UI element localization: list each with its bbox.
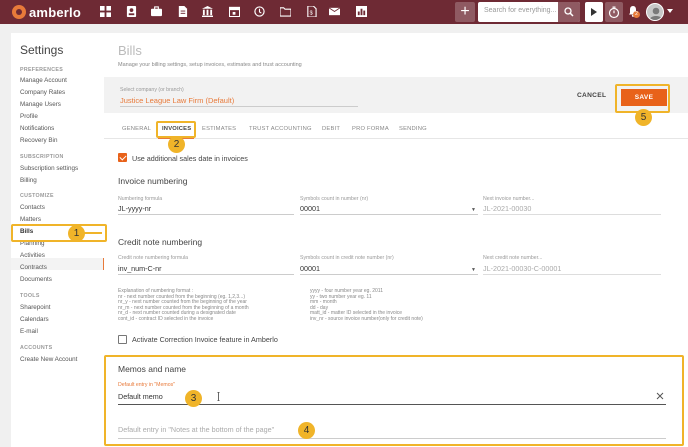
folder-icon[interactable]	[280, 6, 291, 17]
search-input[interactable]: Search for everything...	[484, 7, 562, 14]
logo-mark-icon	[12, 5, 26, 19]
numbering-explanation-left: Explanation of numbering format : nr - n…	[118, 288, 249, 322]
company-select-underline	[120, 106, 358, 107]
user-avatar-icon	[649, 7, 663, 20]
symbols-count-label: Symbols count in number (nr)	[300, 196, 369, 202]
sidebar-title: Settings	[20, 43, 64, 57]
chevron-down-icon[interactable]	[667, 9, 673, 14]
timer-button[interactable]	[605, 2, 623, 22]
tab-pro-forma[interactable]: PRO FORMA	[352, 126, 389, 132]
sidebar-section-subscription: SUBSCRIPTION	[20, 154, 64, 160]
company-select[interactable]: Justice League Law Firm (Default)	[120, 96, 234, 105]
top-bar: amberlo $ + Search for everything... 2	[0, 0, 688, 24]
document-icon[interactable]	[177, 6, 188, 17]
calendar-icon[interactable]	[229, 6, 240, 17]
sidebar-item-sharepoint[interactable]: Sharepoint	[20, 304, 104, 311]
numbering-formula-label: Numbering formula	[118, 196, 163, 202]
credit-formula-input[interactable]: inv_num-C-nr	[118, 264, 162, 273]
page-subtitle: Manage your billing settings, setup invo…	[118, 62, 302, 68]
callout-number-4: 4	[298, 422, 315, 439]
symbols-count-select[interactable]: 00001	[300, 204, 320, 213]
numbering-explanation-right: yyyy - four number year eg. 2011 yy - tw…	[310, 288, 423, 322]
history-icon[interactable]	[254, 6, 265, 17]
callout-number-5: 5	[635, 109, 652, 126]
next-invoice-underline	[483, 214, 661, 215]
callout-number-2: 2	[168, 136, 185, 153]
callout-number-1: 1	[68, 225, 85, 242]
sales-date-label: Use additional sales date in invoices	[132, 154, 248, 163]
sidebar-section-accounts: ACCOUNTS	[20, 345, 53, 351]
next-credit-label: Next credit note number...	[483, 255, 543, 261]
company-select-label: Select company (or branch)	[120, 87, 184, 93]
tab-general[interactable]: GENERAL	[122, 126, 151, 132]
search-icon	[564, 7, 574, 17]
play-icon	[591, 8, 597, 16]
symbols-count-underline	[300, 214, 478, 215]
numbering-formula-underline	[118, 214, 294, 215]
invoice-numbering-heading: Invoice numbering	[118, 176, 188, 186]
sidebar-item-manage-users[interactable]: Manage Users	[20, 101, 104, 108]
sidebar-item-calendars[interactable]: Calendars	[20, 316, 104, 323]
sidebar-item-matters[interactable]: Matters	[20, 216, 104, 223]
play-button[interactable]	[585, 2, 603, 22]
credit-symbols-caret-icon[interactable]: ▼	[471, 267, 476, 273]
briefcase-icon[interactable]	[151, 6, 162, 17]
sidebar-item-contracts[interactable]: Contracts	[20, 264, 104, 271]
callout-number-3: 3	[185, 390, 202, 407]
logo-text: amberlo	[29, 4, 81, 20]
sidebar-item-notifications[interactable]: Notifications	[20, 125, 104, 132]
sidebar-item-documents[interactable]: Documents	[20, 276, 104, 283]
sidebar-item-company-rates[interactable]: Company Rates	[20, 89, 104, 96]
credit-symbols-underline	[300, 274, 478, 275]
mail-icon[interactable]	[329, 6, 340, 17]
sidebar-item-subscription-settings[interactable]: Subscription settings	[20, 165, 104, 172]
sidebar-section-preferences: PREFERENCES	[20, 67, 64, 73]
tab-estimates[interactable]: ESTIMATES	[202, 126, 236, 132]
sidebar-item-activities[interactable]: Activities	[20, 252, 104, 259]
sidebar-item-contacts[interactable]: Contacts	[20, 204, 104, 211]
credit-formula-underline	[118, 274, 294, 275]
credit-symbols-select[interactable]: 00001	[300, 264, 320, 273]
credit-formula-label: Credit note numbering formula	[118, 255, 189, 261]
correction-invoice-label: Activate Correction Invoice feature in A…	[132, 335, 278, 344]
contacts-icon[interactable]	[126, 6, 137, 17]
cancel-button[interactable]: CANCEL	[577, 92, 606, 99]
next-credit-underline	[483, 274, 661, 275]
next-invoice-value: JL-2021-00030	[483, 204, 532, 213]
tab-trust-accounting[interactable]: TRUST ACCOUNTING	[249, 126, 312, 132]
avatar[interactable]	[646, 3, 664, 21]
page-title: Bills	[118, 43, 142, 58]
dashboard-icon[interactable]	[100, 6, 111, 17]
search-button[interactable]	[558, 2, 580, 22]
add-button[interactable]: +	[455, 2, 475, 22]
amberlo-logo[interactable]: amberlo	[12, 4, 81, 20]
correction-invoice-checkbox[interactable]	[118, 335, 127, 344]
next-credit-value: JL-2021-00030-C-00001	[483, 264, 562, 273]
numbering-formula-input[interactable]: JL-yyyy-nr	[118, 204, 151, 213]
tab-debit[interactable]: DEBIT	[322, 126, 340, 132]
invoice-icon[interactable]: $	[306, 6, 317, 17]
callout-connector-1	[84, 232, 102, 234]
next-invoice-label: Next invoice number...	[483, 196, 535, 202]
sidebar-item-billing[interactable]: Billing	[20, 177, 104, 184]
credit-note-heading: Credit note numbering	[118, 237, 203, 247]
sidebar-item-create-new-account[interactable]: Create New Account	[20, 356, 104, 363]
chart-icon[interactable]	[356, 6, 367, 17]
sidebar-item-recovery-bin[interactable]: Recovery Bin	[20, 137, 104, 144]
svg-text:$: $	[310, 11, 313, 17]
credit-symbols-label: Symbols count in credit note number (nr)	[300, 255, 394, 261]
sidebar-item-email[interactable]: E-mail	[20, 328, 104, 335]
bank-icon[interactable]	[202, 6, 213, 17]
sidebar-section-tools: TOOLS	[20, 293, 40, 299]
notification-badge: 2	[633, 11, 640, 18]
sidebar-section-customize: CUSTOMIZE	[20, 193, 54, 199]
symbols-count-caret-icon[interactable]: ▼	[471, 207, 476, 213]
sidebar-item-manage-account[interactable]: Manage Account	[20, 77, 104, 84]
stopwatch-icon	[608, 6, 620, 19]
sidebar-item-profile[interactable]: Profile	[20, 113, 104, 120]
sales-date-checkbox[interactable]	[118, 153, 127, 162]
tab-sending[interactable]: SENDING	[399, 126, 427, 132]
